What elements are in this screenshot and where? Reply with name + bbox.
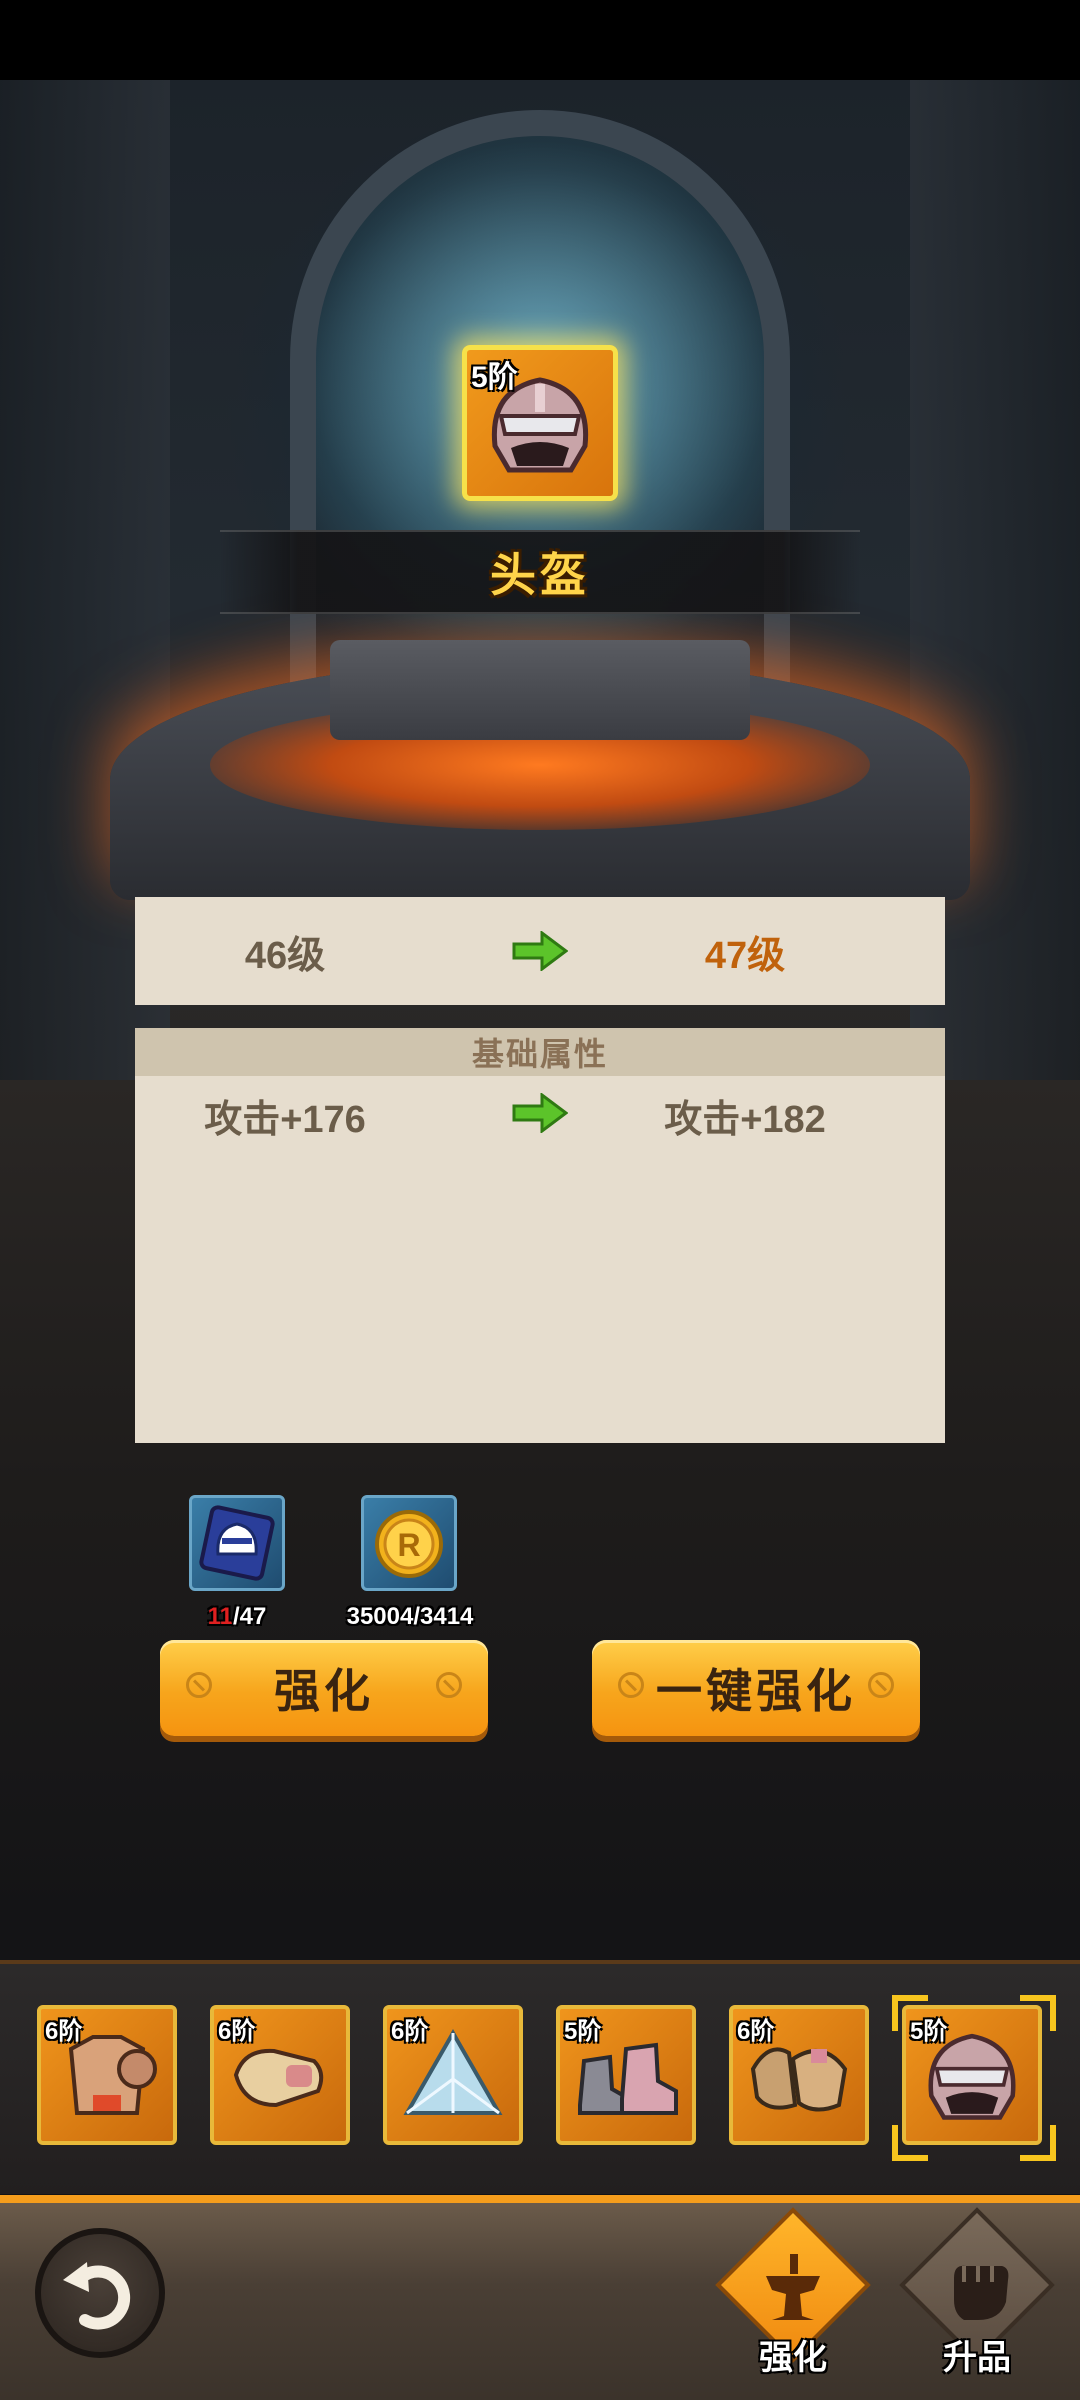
material-need: /47 — [233, 1603, 267, 1630]
svg-text:R: R — [397, 1527, 420, 1563]
slot-tier: 6阶 — [218, 2018, 256, 2045]
arrow-right-icon — [512, 1093, 568, 1133]
one-click-enhance-button-label: 一键强化 — [656, 1665, 856, 1717]
stats-panel: 基础属性 攻击+176 攻击+182 — [135, 1028, 945, 1443]
arrow-right-icon — [512, 931, 568, 971]
slot-tier: 6阶 — [45, 2018, 83, 2045]
tab-enhance[interactable]: 强化 — [715, 2207, 871, 2390]
enhance-button-label: 强化 — [274, 1665, 374, 1717]
helmet-scroll-icon — [199, 1505, 275, 1581]
slot-tier: 5阶 — [564, 2018, 602, 2045]
material-have: 11 — [207, 1603, 233, 1630]
selected-equipment-card[interactable]: 5阶 — [462, 345, 618, 501]
bolt-icon — [186, 1672, 212, 1698]
tab-upgrade-label: 升品 — [943, 2339, 1011, 2377]
material-helmet-scroll[interactable] — [189, 1495, 285, 1591]
next-level: 47级 — [704, 934, 786, 977]
enhance-button[interactable]: 强化 — [160, 1640, 488, 1736]
bolt-icon — [436, 1672, 462, 1698]
slot-boots[interactable]: 5阶 — [556, 2005, 696, 2145]
bolt-icon — [868, 1672, 894, 1698]
slot-tier: 6阶 — [737, 2018, 775, 2045]
coin-count: 35004/3414 — [346, 1603, 474, 1630]
equipment-tier-badge: 5阶 — [471, 361, 518, 394]
coin-icon: R — [375, 1510, 443, 1578]
slot-armor[interactable]: 6阶 — [37, 2005, 177, 2145]
current-attack: 攻击+176 — [204, 1099, 366, 1141]
status-bar — [0, 0, 1080, 80]
bolt-icon — [618, 1672, 644, 1698]
equipment-name: 头盔 — [490, 549, 590, 601]
next-attack: 攻击+182 — [664, 1099, 826, 1141]
slot-gloves[interactable]: 6阶 — [729, 2005, 869, 2145]
current-level: 46级 — [244, 934, 326, 977]
back-arrow-icon — [63, 2262, 131, 2330]
equipment-enhance-screen: 5阶 头盔 46级 47级 基础属性 攻击+176 攻击+182 11/47 R… — [0, 0, 1080, 2400]
tab-enhance-label: 强化 — [759, 2339, 827, 2377]
slot-gauntlet[interactable]: 6阶 — [210, 2005, 350, 2145]
slot-crystal[interactable]: 6阶 — [383, 2005, 523, 2145]
equipment-name-banner: 头盔 — [220, 530, 860, 614]
one-click-enhance-button[interactable]: 一键强化 — [592, 1640, 920, 1736]
back-button[interactable] — [35, 2228, 165, 2358]
material-count: 11/47 — [175, 1603, 299, 1631]
level-panel: 46级 47级 — [135, 897, 945, 1005]
tab-upgrade[interactable]: 升品 — [899, 2207, 1055, 2390]
slot-tier: 6阶 — [391, 2018, 429, 2045]
forge-anvil — [330, 640, 750, 740]
material-coin[interactable]: R — [361, 1495, 457, 1591]
stats-header: 基础属性 — [135, 1028, 945, 1076]
